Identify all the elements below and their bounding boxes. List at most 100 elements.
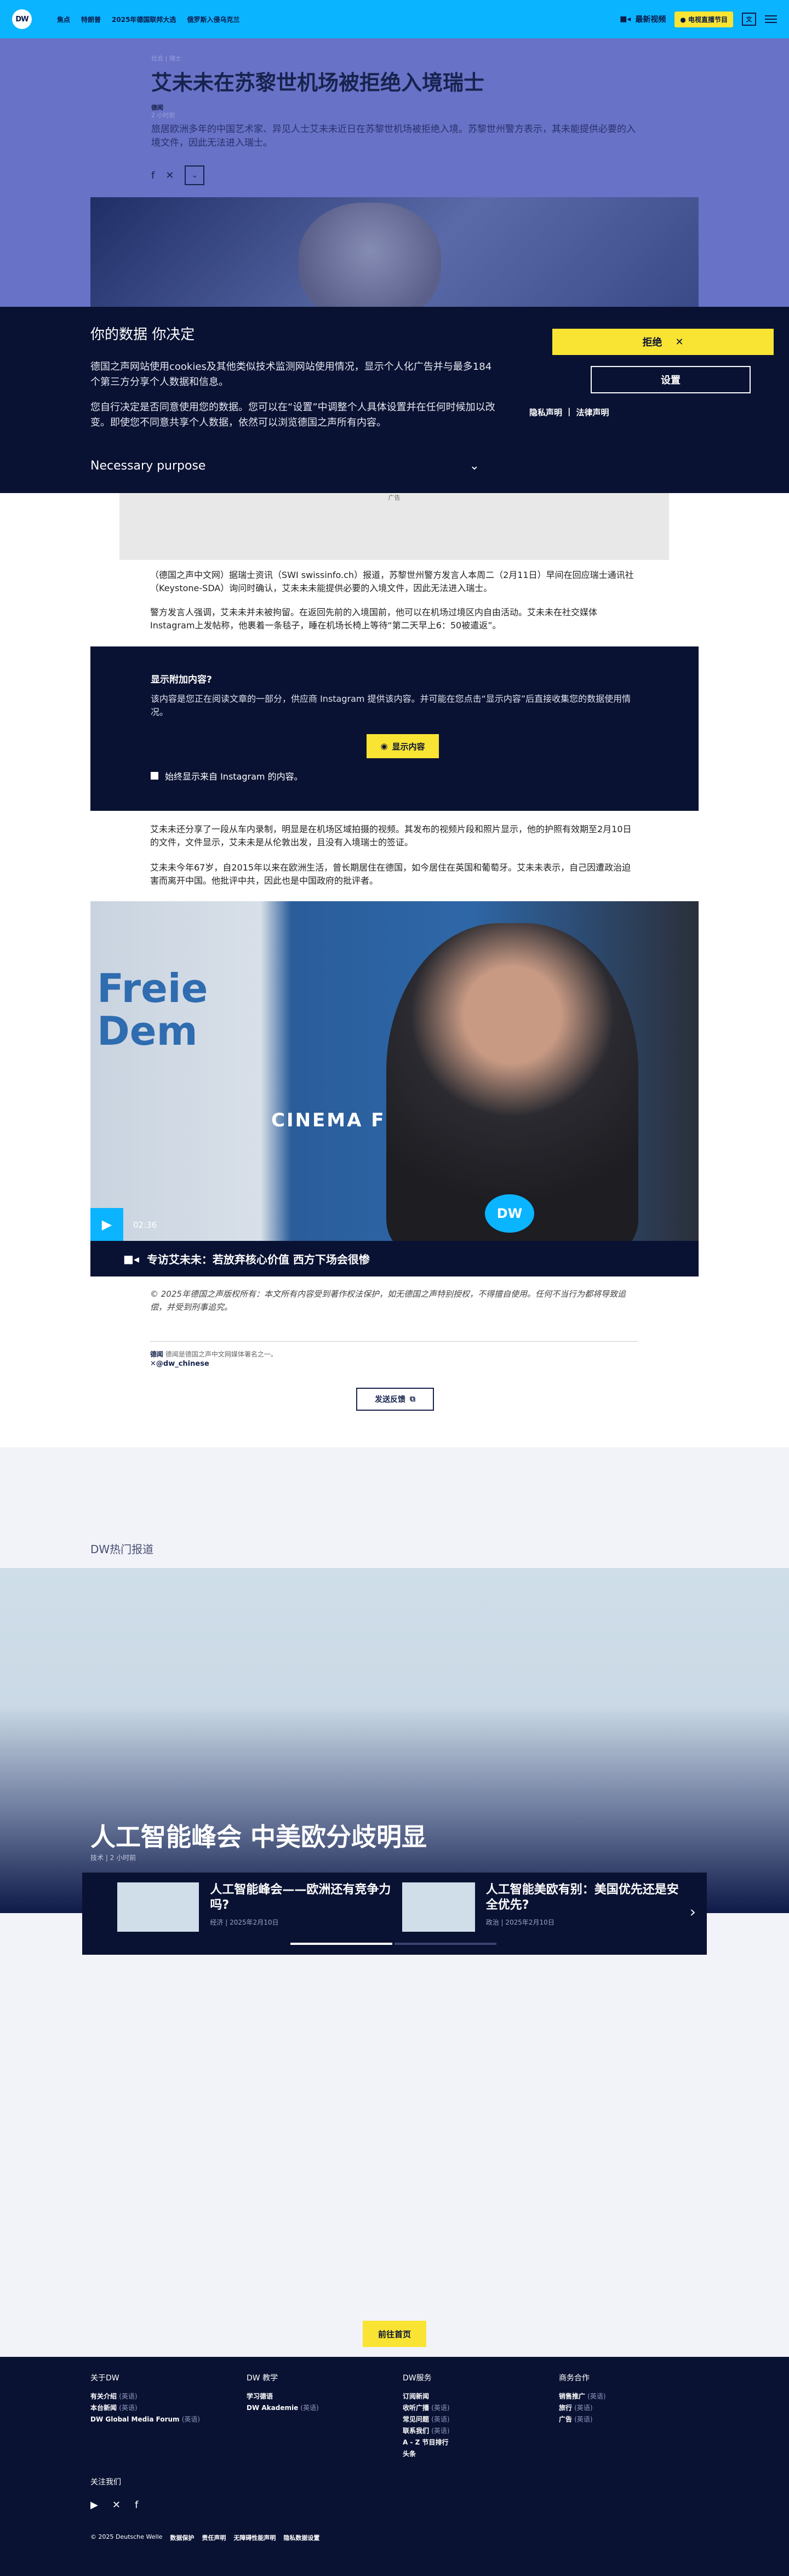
share-bar: f ✕ ⌄ — [151, 165, 205, 185]
backdrop-text: Freie Dem — [97, 965, 208, 1054]
always-show-checkbox[interactable]: 始终显示来自 Instagram 的内容。 — [151, 769, 303, 782]
footer-heading: 关于DW — [90, 2374, 119, 2383]
nav-item[interactable]: 焦点 — [57, 15, 70, 24]
video-camera-icon: ■◂ — [123, 1252, 139, 1266]
instagram-consent: 显示附加内容? 该内容是您正在阅读文章的一部分，供应商 Instagram 提供… — [90, 646, 699, 811]
author-name[interactable]: 德闻 — [150, 1350, 163, 1358]
x-icon: ✕ — [150, 1360, 156, 1368]
latest-video-label: 最新视频 — [635, 15, 666, 24]
article-paragraph: 警方发言人强调，艾未未并未被拘留。在返回先前的入境国前，他可以在机场过境区内自由… — [150, 607, 598, 631]
x-icon[interactable]: ✕ — [165, 170, 174, 181]
footer-link[interactable]: 订阅新闻 — [403, 2391, 545, 2402]
card-thumbnail — [402, 1882, 475, 1932]
article-lead: 旅居欧洲多年的中国艺术家、异见人士艾未未近日在苏黎世机场被拒绝入境。苏黎世州警方… — [151, 124, 636, 148]
facebook-icon[interactable]: f — [151, 170, 155, 181]
footer-link[interactable]: DW Global Media Forum (英语) — [90, 2414, 233, 2425]
footer-link[interactable]: 头条 — [403, 2448, 545, 2460]
latest-video-link[interactable]: ■◂ 最新视频 — [620, 14, 666, 25]
divider — [150, 1341, 638, 1342]
card-meta: 经济 | 2025年2月10日 — [210, 1919, 279, 1926]
privacy-link[interactable]: 隐私声明 — [529, 407, 562, 418]
article-paragraph: 艾未未还分享了一段从车内录制，明显是在机场区域拍摄的视频。其发布的视频片段和照片… — [150, 824, 632, 848]
copyright-notice: © 2025年德国之声版权所有：本文所有内容受到著作权法保护，如无德国之声特别授… — [150, 1289, 626, 1312]
share-more-icon[interactable]: ⌄ — [185, 165, 205, 185]
trending-meta: 技术 | 2 小时前 — [90, 1854, 136, 1862]
footer-column: 商务合作 销售推广 (英语) 旅行 (英语) 广告 (英语) — [559, 2372, 701, 2425]
footer-link[interactable]: 无障碍性能声明 — [233, 2533, 276, 2542]
cookie-text: 您自行决定是否同意使用您的数据。您可以在“设置”中调整个人具体设置并在任何时候加… — [90, 402, 495, 428]
x-icon[interactable]: ✕ — [112, 2499, 121, 2511]
source-line: 德闻 德闻是德国之声中文网媒体署名之一。 — [150, 1349, 277, 1359]
footer-link[interactable]: 学习德语 — [247, 2391, 389, 2402]
video-player[interactable]: Freie Dem CINEMA FO DW ▶ 02:36 ■◂ 专访艾未未：若放… — [90, 901, 699, 1276]
facebook-icon[interactable]: f — [135, 2499, 138, 2511]
footer-bottom-links: © 2025 Deutsche Welle 数据保护 责任声明 无障碍性能声明 … — [90, 2533, 319, 2542]
legal-link[interactable]: 法律声明 — [576, 407, 609, 418]
top-nav: 焦点 特朗普 2025年德国联邦大选 俄罗斯入侵乌克兰 — [57, 15, 239, 24]
trending-banner[interactable]: 人工智能峰会 中美欧分歧明显 技术 | 2 小时前 — [0, 1568, 789, 1913]
play-button[interactable]: ▶ — [90, 1208, 123, 1241]
footer-link[interactable]: 隐私数据设置 — [283, 2533, 319, 2542]
home-button[interactable]: 前往首页 — [363, 2321, 426, 2347]
footer-heading: 商务合作 — [559, 2374, 590, 2383]
live-tv-button[interactable]: ● 电视直播节目 — [674, 11, 733, 27]
article-paragraph: （德国之声中文网）据瑞士资讯（SWI swissinfo.ch）报道，苏黎世州警… — [150, 570, 634, 593]
footer-heading: DW服务 — [403, 2374, 432, 2383]
eye-icon: ◉ — [380, 741, 388, 751]
footer-link[interactable]: 联系我们 (英语) — [403, 2425, 545, 2437]
footer-link[interactable]: 销售推广 (英语) — [559, 2391, 701, 2402]
settings-button[interactable]: 设置 — [591, 366, 751, 393]
footer-link[interactable]: 广告 (英语) — [559, 2414, 701, 2425]
close-icon: ✕ — [675, 336, 684, 348]
footer-column: 关于DW 有关介绍 (英语) 本台新闻 (英语) DW Global Media… — [90, 2372, 233, 2425]
nav-item[interactable]: 俄罗斯入侵乌克兰 — [187, 15, 239, 24]
footer-link[interactable]: 常见问题 (英语) — [403, 2414, 545, 2425]
checkbox[interactable] — [151, 772, 158, 780]
footer-link[interactable]: A - Z 节目排行 — [403, 2437, 545, 2448]
footer-link[interactable]: DW Akademie (英语) — [247, 2402, 389, 2414]
consent-title: 显示附加内容? — [151, 674, 212, 685]
dw-microphone-logo: DW — [485, 1194, 534, 1233]
nav-item[interactable]: 特朗普 — [81, 15, 101, 24]
trending-headline[interactable]: 人工智能峰会 中美欧分歧明显 — [90, 1817, 427, 1853]
purpose-accordion[interactable]: Necessary purpose ⌄ — [90, 459, 479, 473]
chevron-down-icon: ⌄ — [469, 459, 479, 473]
feedback-label: 发送反馈 — [375, 1395, 405, 1404]
language-button[interactable]: 文 — [742, 13, 756, 26]
always-show-label: 始终显示来自 Instagram 的内容。 — [165, 771, 303, 782]
footer-link[interactable]: 收听广播 (英语) — [403, 2402, 545, 2414]
article-category[interactable]: 社会 | 瑞士 — [151, 54, 181, 62]
footer-link[interactable]: 本台新闻 (英语) — [90, 2402, 233, 2414]
nav-item[interactable]: 2025年德国联邦大选 — [112, 15, 176, 24]
twitter-handle[interactable]: ✕@dw_chinese — [150, 1360, 209, 1368]
purpose-label: Necessary purpose — [90, 459, 206, 473]
cookie-title: 你的数据 你决定 — [90, 327, 195, 343]
related-card[interactable]: 人工智能峰会——欧洲还有竞争力吗? 经济 | 2025年2月10日 — [117, 1882, 397, 1937]
reject-button[interactable]: 拒绝 ✕ — [552, 329, 774, 355]
chevron-right-icon[interactable]: › — [690, 1903, 696, 1921]
video-camera-icon: ■◂ — [620, 15, 631, 24]
footer-link[interactable]: 责任声明 — [202, 2533, 226, 2542]
article-paragraph: 艾未未今年67岁，自2015年以来在欧洲生活，曾长期居住在德国，如今居住在英国和… — [150, 862, 631, 886]
footer-link[interactable]: 有关介绍 (英语) — [90, 2391, 233, 2402]
youtube-icon[interactable]: ▶ — [90, 2499, 98, 2511]
consent-text: 该内容是您正在阅读文章的一部分，供应商 Instagram 提供该内容。并可能在… — [151, 694, 631, 717]
article-title: 艾未未在苏黎世机场被拒绝入境瑞士 — [151, 71, 485, 95]
dw-logo[interactable]: DW — [12, 9, 32, 29]
footer-column: DW 教学 学习德语 DW Akademie (英语) — [247, 2372, 389, 2414]
site-header: DW 焦点 特朗普 2025年德国联邦大选 俄罗斯入侵乌克兰 ■◂ 最新视频 ●… — [0, 0, 789, 38]
card-title: 人工智能美欧有别：美国优先还是安全优先? — [485, 1883, 679, 1912]
site-footer: 关于DW 有关介绍 (英语) 本台新闻 (英语) DW Global Media… — [0, 2357, 789, 2576]
feedback-button[interactable]: 发送反馈 ⧉ — [356, 1388, 434, 1411]
video-caption: ■◂ 专访艾未未：若放弃核心价值 西方下场会很惨 — [90, 1241, 699, 1276]
related-card[interactable]: 人工智能美欧有别：美国优先还是安全优先? 政治 | 2025年2月10日 — [402, 1882, 682, 1937]
show-content-button[interactable]: ◉ 显示内容 — [367, 734, 439, 758]
reject-label: 拒绝 — [642, 337, 662, 348]
social-links: ▶ ✕ f — [90, 2499, 138, 2511]
menu-icon[interactable] — [765, 15, 777, 23]
footer-link[interactable]: 旅行 (英语) — [559, 2402, 701, 2414]
author-description: 德闻是德国之声中文网媒体署名之一。 — [165, 1350, 277, 1358]
follow-label: 关注我们 — [90, 2478, 121, 2487]
card-meta: 政治 | 2025年2月10日 — [485, 1919, 554, 1926]
footer-link[interactable]: 数据保护 — [170, 2533, 194, 2542]
